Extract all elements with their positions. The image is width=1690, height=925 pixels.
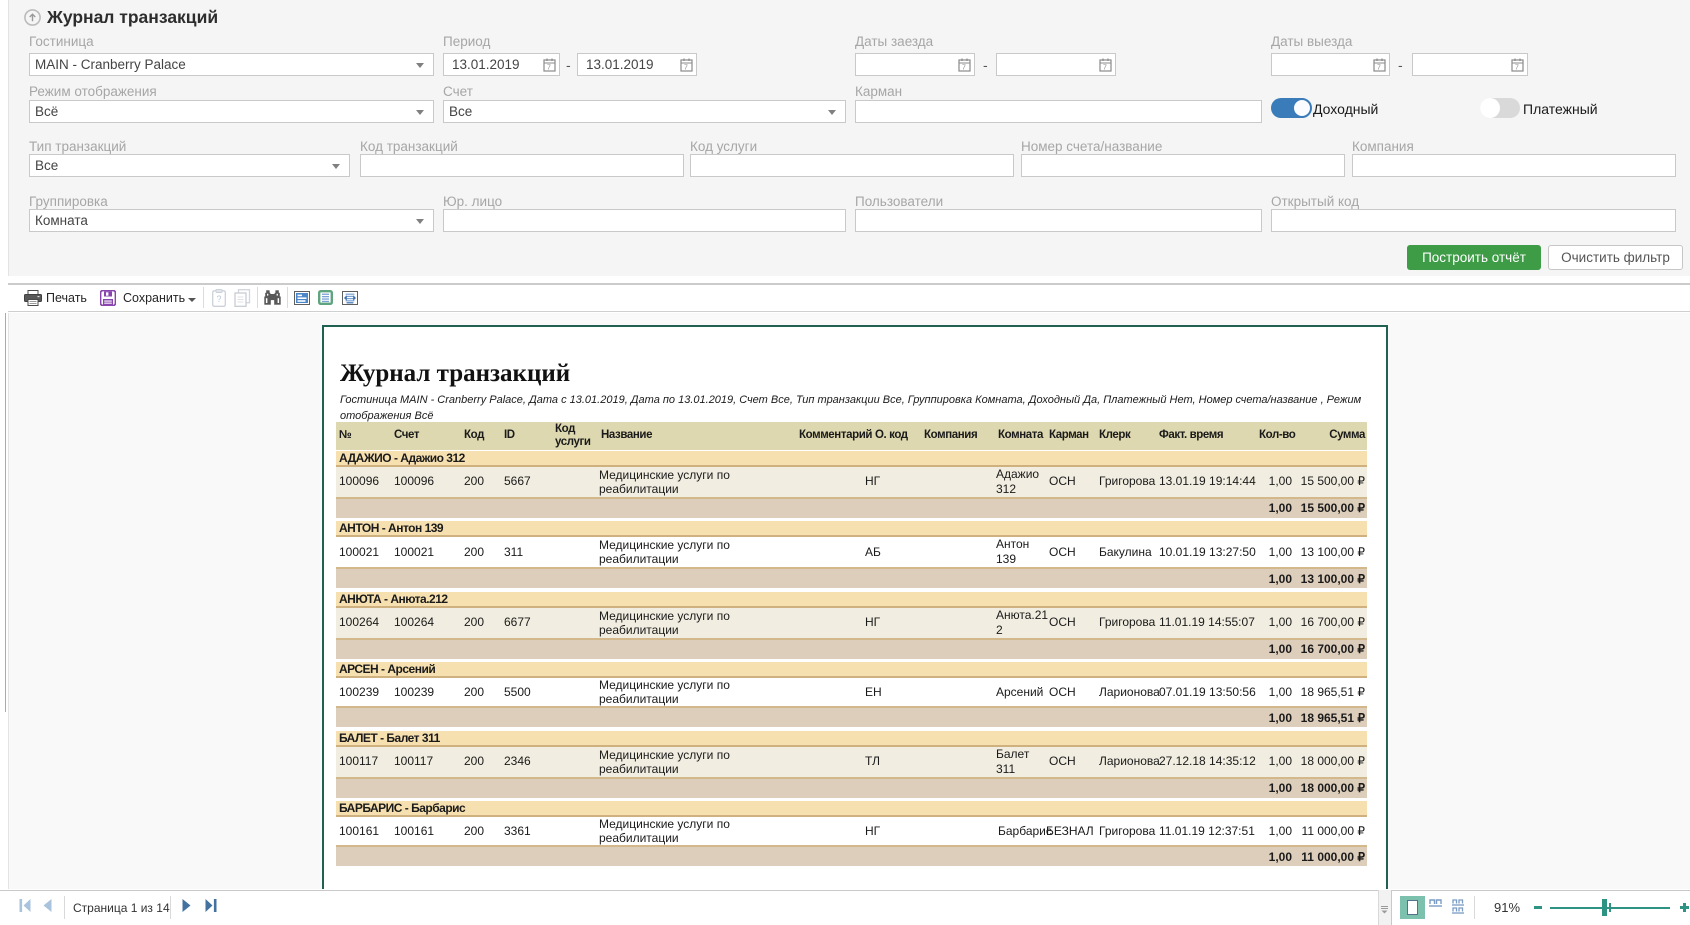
svg-text:7: 7 (684, 65, 688, 72)
svg-text:7: 7 (962, 65, 966, 72)
svg-text:7: 7 (547, 65, 551, 72)
svg-text:7: 7 (1515, 65, 1519, 72)
svg-text:?: ? (217, 294, 222, 304)
svg-text:7: 7 (1103, 65, 1107, 72)
svg-text:7: 7 (1377, 65, 1381, 72)
